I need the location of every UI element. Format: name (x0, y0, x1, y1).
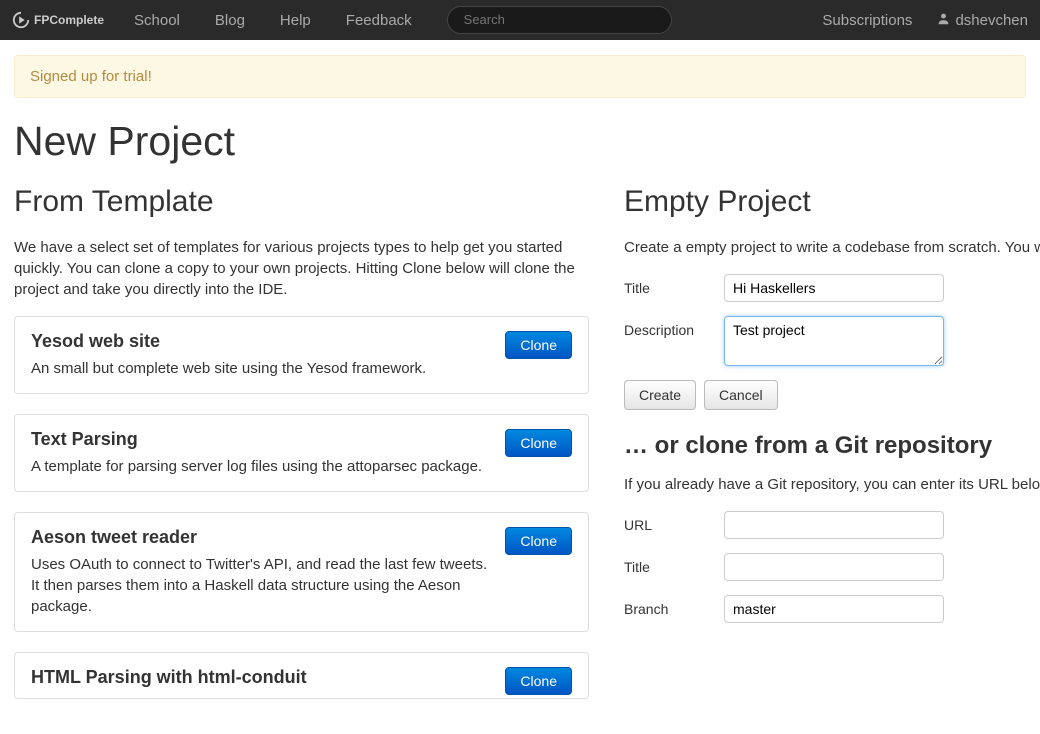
empty-project-heading: Empty Project (624, 185, 1026, 219)
git-clone-heading: … or clone from a Git repository (624, 432, 1026, 460)
nav-links: School Blog Help Feedback (134, 12, 412, 29)
git-clone-intro: If you already have a Git repository, yo… (624, 474, 1026, 495)
title-label: Title (624, 274, 724, 296)
clone-button[interactable]: Clone (505, 527, 572, 555)
nav-right: Subscriptions dshevchen (822, 12, 1028, 29)
empty-project-section: Empty Project Create a empty project to … (624, 185, 1026, 719)
branch-label: Branch (624, 595, 724, 617)
search-box (447, 6, 672, 34)
from-template-intro: We have a select set of templates for va… (14, 237, 589, 300)
template-card-yesod: Clone Yesod web site An small but comple… (14, 316, 589, 394)
title-input[interactable] (724, 274, 944, 302)
git-title-input[interactable] (724, 553, 944, 581)
template-title: Aeson tweet reader (31, 527, 572, 548)
template-title: Yesod web site (31, 331, 572, 352)
template-card-html-conduit: Clone HTML Parsing with html-conduit (14, 652, 589, 699)
navbar: FPComplete School Blog Help Feedback Sub… (0, 0, 1040, 40)
cancel-button[interactable]: Cancel (704, 380, 778, 410)
branch-input[interactable] (724, 595, 944, 623)
url-input[interactable] (724, 511, 944, 539)
clone-button[interactable]: Clone (505, 331, 572, 359)
nav-link-school[interactable]: School (134, 12, 180, 29)
user-menu[interactable]: dshevchen (937, 12, 1028, 29)
nav-link-feedback[interactable]: Feedback (346, 12, 412, 29)
logo-text: FPComplete (34, 13, 104, 27)
nav-link-help[interactable]: Help (280, 12, 311, 29)
template-title: Text Parsing (31, 429, 572, 450)
template-desc: Uses OAuth to connect to Twitter's API, … (31, 554, 572, 617)
content: Signed up for trial! New Project From Te… (0, 40, 1040, 734)
git-title-label: Title (624, 553, 724, 575)
username: dshevchen (955, 12, 1028, 29)
description-textarea[interactable]: <span class="desc-text"></span> (724, 316, 944, 366)
user-icon (937, 12, 950, 29)
clone-button[interactable]: Clone (505, 429, 572, 457)
fpcomplete-logo-icon (12, 11, 30, 29)
trial-alert: Signed up for trial! (14, 55, 1026, 98)
template-card-aeson: Clone Aeson tweet reader Uses OAuth to c… (14, 512, 589, 632)
nav-link-blog[interactable]: Blog (215, 12, 245, 29)
template-desc: An small but complete web site using the… (31, 358, 572, 379)
create-button[interactable]: Create (624, 380, 696, 410)
clone-button[interactable]: Clone (505, 667, 572, 695)
template-card-text-parsing: Clone Text Parsing A template for parsin… (14, 414, 589, 492)
url-label: URL (624, 511, 724, 533)
template-desc: A template for parsing server log files … (31, 456, 572, 477)
logo[interactable]: FPComplete (12, 11, 104, 29)
from-template-section: From Template We have a select set of te… (14, 185, 589, 719)
from-template-heading: From Template (14, 185, 589, 219)
description-label: Description (624, 316, 724, 338)
page-title: New Project (14, 118, 1026, 165)
nav-link-subscriptions[interactable]: Subscriptions (822, 12, 912, 29)
empty-project-intro: Create a empty project to write a codeba… (624, 237, 1026, 258)
search-input[interactable] (464, 12, 655, 27)
